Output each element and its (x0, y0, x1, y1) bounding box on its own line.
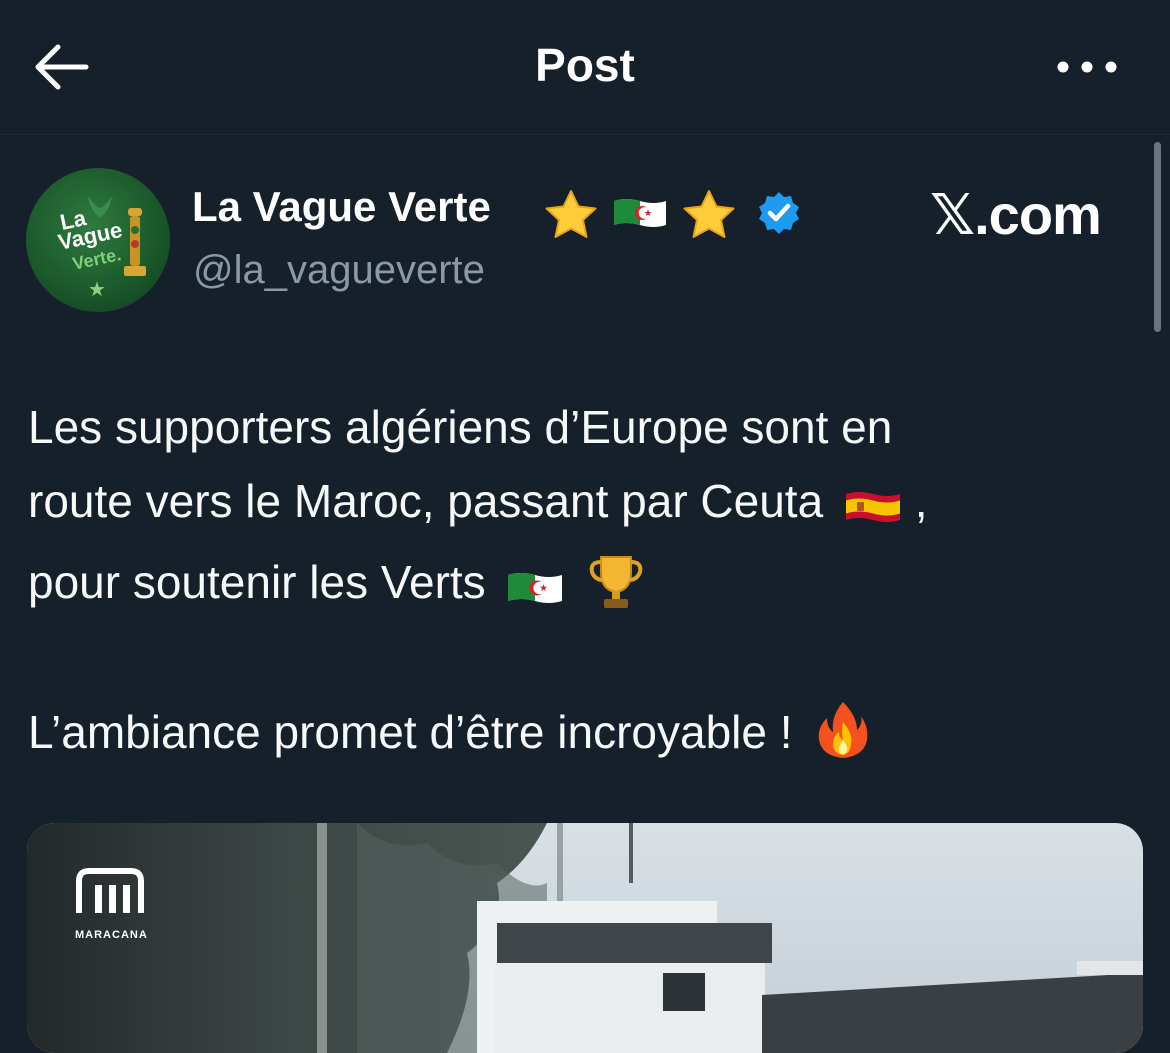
post-media-image[interactable]: MARACANA (27, 823, 1143, 1053)
arrow-left-icon (35, 44, 89, 90)
post-text-segment: pour soutenir les Verts (28, 556, 486, 608)
spain-flag-icon (845, 492, 900, 522)
top-bar: Post (0, 0, 1170, 135)
post-text-line-4: L’ambiance promet d’être incroyable ! (28, 700, 869, 760)
fire-icon (818, 702, 868, 758)
more-horizontal-icon (1057, 61, 1117, 73)
post-text-line-3: pour soutenir les Verts (28, 552, 645, 612)
post-text-segment: , (914, 475, 928, 527)
post-text-segment: L’ambiance promet d’être incroyable ! (28, 706, 793, 758)
verified-badge-icon[interactable] (756, 190, 802, 236)
back-button[interactable] (30, 40, 92, 94)
post-text-line-2: route vers le Maroc, passant par Ceuta , (28, 478, 928, 525)
algeria-flag-icon (508, 573, 563, 603)
display-name[interactable]: La Vague Verte (192, 183, 491, 231)
page-title: Post (535, 39, 635, 91)
trophy-icon (589, 556, 643, 608)
more-options-button[interactable] (1052, 44, 1122, 90)
post-text-segment: route vers le Maroc, passant par Ceuta (28, 475, 824, 527)
trophy-icon (124, 208, 146, 276)
handle[interactable]: @la_vagueverte (193, 248, 485, 293)
star-icon (545, 190, 597, 238)
avatar[interactable]: La Vague Verte. ★ (26, 168, 170, 312)
star-icon: ★ (88, 277, 106, 301)
post-text-line-1: Les supporters algériens d’Europe sont e… (28, 404, 892, 450)
scrollbar[interactable] (1154, 142, 1161, 332)
algeria-flag-icon (614, 199, 666, 227)
star-icon (683, 190, 735, 238)
x-com-watermark: 𝕏.com (930, 183, 1102, 246)
post-text-segment: Les supporters algériens d’Europe sont e… (28, 401, 893, 453)
maracana-logo-text: MARACANA (75, 929, 148, 941)
